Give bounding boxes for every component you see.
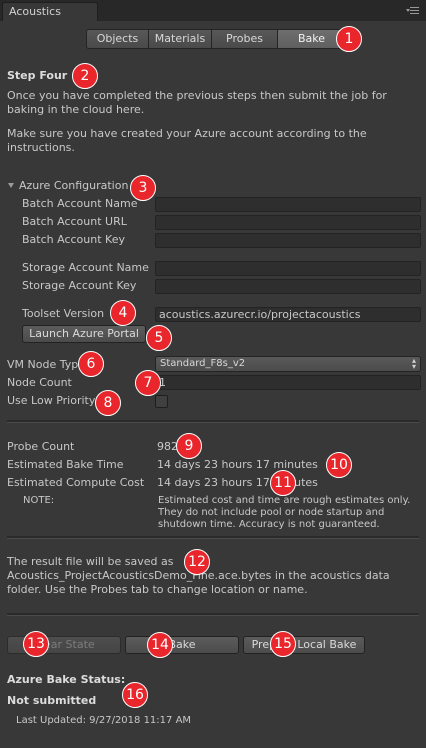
launch-azure-portal-button[interactable]: Launch Azure Portal <box>22 325 146 343</box>
node-count-label: Node Count <box>7 376 72 389</box>
azure-bake-status-heading: Azure Bake Status: <box>7 673 126 686</box>
vm-node-type-label: VM Node Type <box>7 358 85 371</box>
tab-bar: Objects Materials Probes Bake <box>86 29 346 49</box>
tab-probes[interactable]: Probes <box>211 29 278 49</box>
node-count-field[interactable]: 1 <box>155 375 421 390</box>
callout-badge: 8 <box>95 390 121 416</box>
toolset-version-label: Toolset Version <box>22 307 105 320</box>
divider <box>7 613 419 616</box>
storage-account-key-field[interactable] <box>155 279 421 294</box>
storage-account-name-label: Storage Account Name <box>22 261 149 274</box>
callout-badge: 15 <box>270 631 296 657</box>
callout-badge: 13 <box>23 631 49 657</box>
up-down-arrows-icon: ▴ ▾ <box>411 356 416 371</box>
batch-account-url-field[interactable] <box>155 215 421 230</box>
estimated-bake-time-label: Estimated Bake Time <box>7 458 124 471</box>
vm-node-type-value: Standard_F8s_v2 <box>160 358 246 369</box>
divider <box>7 420 419 423</box>
estimated-bake-time-value: 14 days 23 hours 17 minutes <box>157 458 318 471</box>
probe-count-label: Probe Count <box>7 440 75 453</box>
use-low-priority-checkbox[interactable] <box>155 395 168 408</box>
use-low-priority-label: Use Low Priority <box>7 394 96 407</box>
batch-account-url-label: Batch Account URL <box>22 215 127 228</box>
callout-badge: 12 <box>184 549 210 575</box>
callout-badge: 10 <box>326 452 352 478</box>
batch-account-key-field[interactable] <box>155 233 421 248</box>
vm-node-type-dropdown[interactable]: Standard_F8s_v2 ▴ ▾ <box>155 356 421 372</box>
estimated-compute-cost-label: Estimated Compute Cost <box>7 476 145 489</box>
bake-button[interactable]: Bake <box>125 636 239 654</box>
callout-badge: 5 <box>146 325 172 351</box>
callout-badge: 1 <box>336 26 362 52</box>
callout-badge: 7 <box>135 370 161 396</box>
callout-badge: 16 <box>122 682 148 708</box>
callout-badge: 3 <box>130 175 156 201</box>
last-updated-timestamp: Last Updated: 9/27/2018 11:17 AM <box>16 715 192 726</box>
prepare-local-bake-button[interactable]: Prepare Local Bake <box>243 636 365 654</box>
batch-account-name-field[interactable] <box>155 197 421 212</box>
window-titlebar: Acoustics <box>0 0 426 21</box>
note-text: Estimated cost and time are rough estima… <box>158 495 411 530</box>
step-title: Step Four <box>7 69 68 82</box>
result-file-info: The result file will be saved as Acousti… <box>7 555 390 596</box>
azure-account-note: Make sure you have created your Azure ac… <box>7 127 367 154</box>
callout-badge: 9 <box>176 433 202 459</box>
callout-badge: 11 <box>270 470 296 496</box>
foldout-arrow-icon[interactable] <box>8 183 14 188</box>
toolset-version-field[interactable]: acoustics.azurecr.io/projectacoustics <box>155 307 421 322</box>
azure-bake-status-value: Not submitted <box>7 694 97 707</box>
note-label: NOTE: <box>23 495 55 506</box>
tab-objects[interactable]: Objects <box>86 29 149 49</box>
batch-account-key-label: Batch Account Key <box>22 233 125 246</box>
batch-account-name-label: Batch Account Name <box>22 197 138 210</box>
storage-account-key-label: Storage Account Key <box>22 279 137 292</box>
tab-materials[interactable]: Materials <box>148 29 212 49</box>
step-description: Once you have completed the previous ste… <box>7 89 387 116</box>
callout-badge: 4 <box>110 300 136 326</box>
window-menu-icon[interactable] <box>406 6 420 16</box>
callout-badge: 14 <box>147 632 173 658</box>
callout-badge: 6 <box>78 351 104 377</box>
callout-badge: 2 <box>72 63 98 89</box>
window-tab-acoustics[interactable]: Acoustics <box>2 2 98 21</box>
divider <box>7 536 419 539</box>
storage-account-name-field[interactable] <box>155 261 421 276</box>
azure-config-foldout[interactable]: Azure Configuration <box>19 179 128 192</box>
probe-count-value: 982 <box>157 440 178 453</box>
